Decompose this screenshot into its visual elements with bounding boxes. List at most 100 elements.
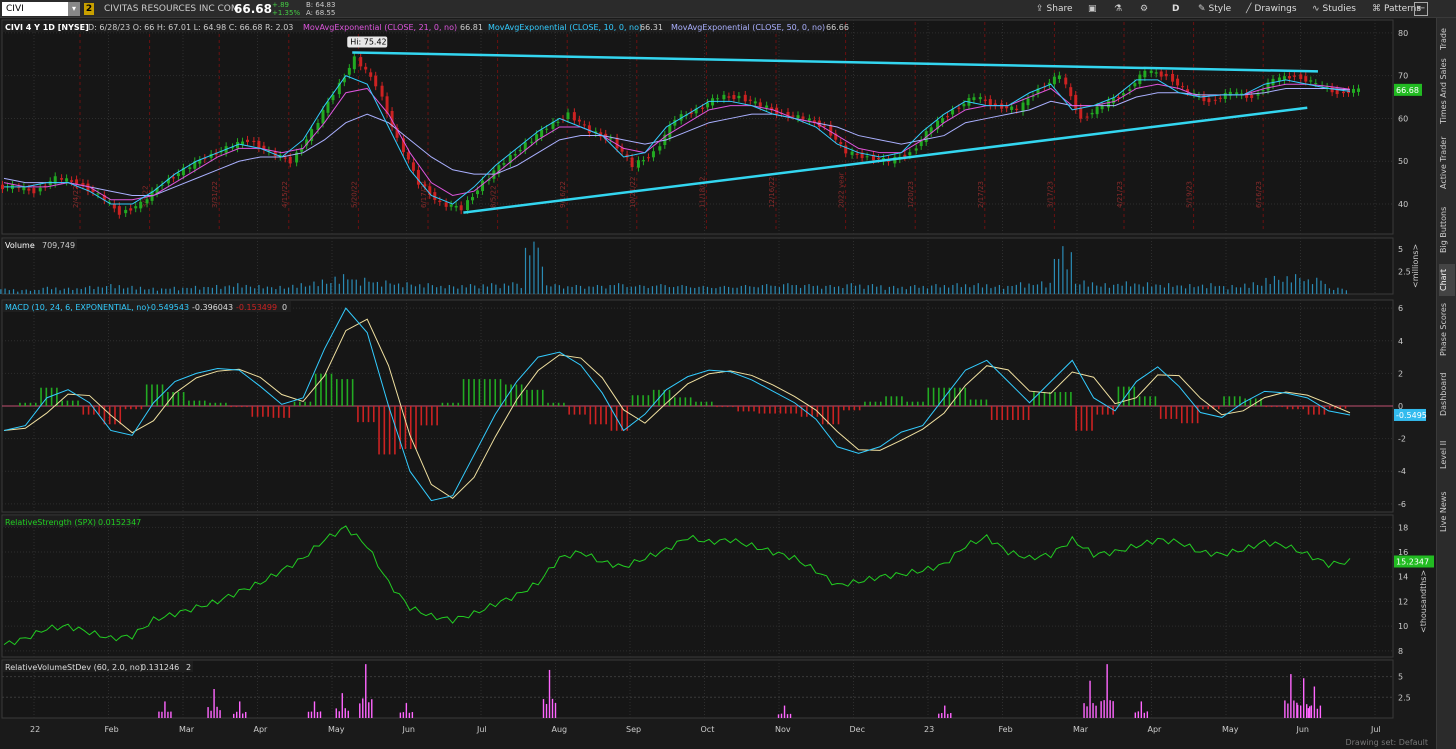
volume-bar — [368, 281, 370, 294]
macd-hist-bar — [869, 401, 872, 406]
sidebar-tab-trade[interactable]: Trade — [1439, 24, 1455, 54]
sidebar-tab-chart[interactable]: Chart — [1439, 264, 1455, 296]
volume-bar — [922, 285, 924, 294]
rvol-bar — [236, 711, 238, 718]
macd-hist-bar — [901, 396, 903, 406]
volume-bar — [1328, 288, 1331, 294]
volume-bar — [440, 285, 442, 294]
volume-bar — [275, 289, 277, 294]
candle-body — [1057, 75, 1061, 80]
rvol-bar — [1308, 706, 1311, 718]
gear-button[interactable]: ⚙ — [1140, 2, 1151, 16]
candle-body — [32, 188, 36, 194]
macd-hist-bar — [510, 384, 512, 406]
candle-body — [364, 66, 368, 70]
link-group-badge[interactable]: 2 — [84, 3, 94, 15]
style-button[interactable]: ✎ Style — [1198, 2, 1231, 16]
volume-bar — [38, 289, 40, 294]
date-marker-label: 3/17/23 — [1046, 181, 1054, 208]
candle-body — [636, 160, 640, 168]
chevron-down-icon[interactable]: ▾ — [68, 2, 80, 16]
macd-hist-bar — [742, 406, 745, 412]
settings-icon: ▣ — [1088, 4, 1097, 14]
chart-canvas[interactable]: 2/4/22 3/3/22 3/31/22 4/15/22 5/20/22 6/17/22… — [0, 18, 1436, 749]
share-button[interactable]: ⇪ Share — [1036, 2, 1073, 16]
sidebar-tab-times-and-sales[interactable]: Times And Sales — [1439, 58, 1455, 124]
symbol-input[interactable]: CIVI ▾ — [2, 2, 80, 16]
flask-button[interactable]: ⚗ — [1114, 2, 1125, 16]
macd-hist-bar — [1318, 406, 1320, 415]
collapse-button[interactable]: ⇤ — [1414, 2, 1428, 16]
macd-hist-bar — [341, 379, 343, 406]
volume-bar — [867, 285, 869, 294]
sidebar-tab-level-ii[interactable]: Level II — [1439, 430, 1455, 480]
sidebar-tab-live-news[interactable]: Live News — [1439, 488, 1455, 536]
sidebar-tab-dashboard[interactable]: Dashboard — [1439, 364, 1455, 424]
candle-body — [1202, 95, 1206, 102]
drawing-set-label[interactable]: Drawing set: Default — [1345, 738, 1428, 747]
candle-body — [1111, 98, 1115, 104]
volume-bar — [964, 284, 967, 294]
macd-hist-bar — [573, 406, 576, 415]
volume-bar — [135, 289, 137, 294]
drawings-button[interactable]: ╱ Drawings — [1246, 2, 1297, 16]
volume-bar — [579, 285, 582, 294]
volume-bar — [76, 288, 78, 294]
macd-hist-bar — [372, 406, 375, 423]
macd-hist-bar — [119, 406, 122, 425]
rvol-bar — [316, 711, 319, 718]
volume-bar — [1282, 281, 1284, 294]
volume-bar — [1176, 285, 1178, 294]
volume-bar — [12, 289, 15, 294]
volume-bar — [948, 287, 950, 294]
sidebar-tab-big-buttons[interactable]: Big Buttons — [1439, 201, 1455, 259]
volume-bar — [1333, 289, 1335, 294]
period-button[interactable]: D — [1172, 2, 1179, 16]
volume-bar — [791, 285, 793, 294]
candle-body — [743, 94, 747, 102]
volume-value: 709,749 — [42, 241, 75, 250]
volume-bar — [1248, 287, 1250, 294]
macd-hist-bar — [167, 392, 169, 406]
candle-body — [796, 115, 800, 119]
macd-hist-bar — [737, 406, 739, 412]
date-marker-label: 8/5/22 — [490, 185, 498, 208]
volume-axis-tick: 5 — [1398, 245, 1403, 254]
macd-hist-bar — [409, 406, 412, 450]
volume-bar — [59, 290, 61, 294]
volume-bar — [139, 286, 142, 294]
volume-bar — [757, 287, 759, 294]
volume-bar — [1214, 286, 1216, 294]
candle-body — [722, 94, 726, 100]
candle-body — [459, 205, 463, 211]
candle-body — [540, 129, 544, 138]
sidebar-tab-phase-scores[interactable]: Phase Scores — [1439, 300, 1455, 358]
candle-body — [876, 158, 880, 160]
volume-bar — [588, 286, 590, 294]
macd-hist-bar — [1085, 406, 1088, 431]
macd-hist-bar — [452, 402, 454, 406]
date-marker-label: 2022 year — [838, 172, 846, 208]
date-marker-label: 5/19/23 — [1186, 181, 1194, 208]
volume-bar — [651, 286, 654, 294]
volume-bar — [1341, 288, 1343, 294]
volume-bar — [321, 279, 324, 294]
volume-bar — [529, 255, 531, 294]
change-percent: +1.35% — [272, 9, 301, 17]
studies-button[interactable]: ∿ Studies — [1312, 2, 1356, 16]
volume-bar — [512, 282, 514, 294]
volume-bar — [546, 285, 548, 294]
macd-hist-bar — [473, 379, 475, 406]
macd-hist-bar — [203, 400, 206, 406]
volume-bar — [1087, 286, 1089, 294]
volume-bar — [469, 284, 472, 294]
rvol-bar — [777, 714, 780, 718]
macd-hist-bar — [1133, 386, 1136, 406]
settings-button[interactable]: ▣ — [1088, 2, 1100, 16]
macd-hist-bar — [1017, 406, 1019, 420]
sidebar-tab-active-trader[interactable]: Active Trader — [1439, 130, 1455, 196]
macd-hist-bar — [420, 406, 423, 426]
macd-hist-bar — [779, 406, 782, 414]
macd-hist-bar — [674, 397, 676, 406]
rvol-value: 0.131246 — [141, 663, 179, 672]
